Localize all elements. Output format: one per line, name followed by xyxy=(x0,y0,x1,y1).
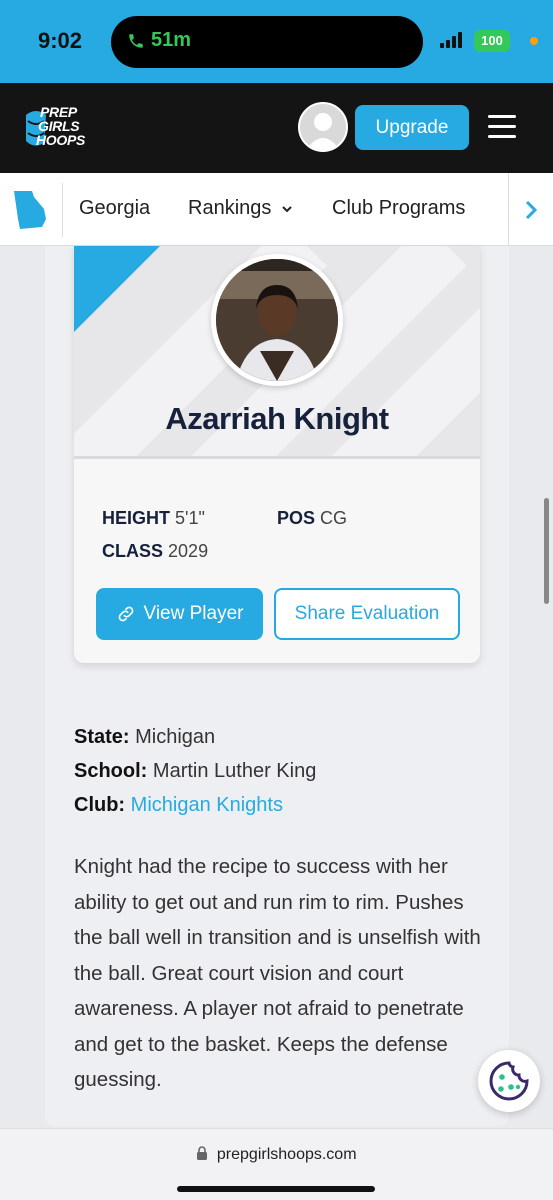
info-club: Club: Michigan Knights xyxy=(74,794,283,816)
cellular-signal-icon xyxy=(440,32,462,48)
nav-item-georgia[interactable]: Georgia xyxy=(79,197,150,220)
page-scrollbar[interactable] xyxy=(544,498,549,604)
cookie-settings-button[interactable] xyxy=(478,1050,540,1112)
lock-icon xyxy=(197,1146,208,1160)
stat-position: POS CG xyxy=(277,508,348,528)
subnav-divider xyxy=(62,183,63,237)
subnav-next-button[interactable] xyxy=(508,173,553,246)
card-divider xyxy=(74,456,480,459)
phone-icon xyxy=(129,33,143,48)
nav-item-club-programs[interactable]: Club Programs xyxy=(332,197,465,220)
view-player-button[interactable]: View Player xyxy=(96,588,263,640)
privacy-indicator-dot xyxy=(530,37,538,45)
link-icon xyxy=(118,606,133,622)
site-logo[interactable]: PREP GIRLS HOOPS xyxy=(22,105,108,151)
user-avatar-icon xyxy=(306,113,340,150)
hamburger-menu-icon[interactable] xyxy=(488,115,516,139)
player-name: Azarriah Knight xyxy=(165,401,389,436)
dynamic-island[interactable]: 51m xyxy=(111,16,423,68)
share-evaluation-button[interactable]: Share Evaluation xyxy=(274,588,460,640)
stat-height: HEIGHT 5'1" xyxy=(102,508,205,528)
stat-class: CLASS 2029 xyxy=(102,541,209,561)
call-duration: 51m xyxy=(151,29,192,51)
player-photo xyxy=(211,254,343,386)
chevron-down-icon xyxy=(282,206,292,213)
chevron-right-icon xyxy=(525,200,538,219)
card-corner-accent xyxy=(74,246,160,332)
cookie-icon xyxy=(489,1061,529,1101)
evaluation-text: Knight had the recipe to success with he… xyxy=(74,855,481,1091)
state-subnav: Georgia Rankings Club Programs xyxy=(0,173,553,246)
battery-icon: 100 xyxy=(474,30,510,52)
info-state: State: Michigan xyxy=(74,726,216,748)
site-header: PREP GIRLS HOOPS Upgrade xyxy=(0,83,553,173)
club-link[interactable]: Michigan Knights xyxy=(131,794,283,816)
player-portrait-image xyxy=(216,259,338,381)
user-avatar-button[interactable] xyxy=(298,102,348,152)
status-time: 9:02 xyxy=(38,28,83,53)
status-bar: 9:02 51m 100 xyxy=(0,0,553,83)
georgia-state-icon[interactable] xyxy=(10,189,50,231)
browser-url-bar[interactable]: prepgirlshoops.com xyxy=(0,1128,553,1200)
call-indicator[interactable]: 51m xyxy=(127,29,191,52)
main-content: Azarriah Knight HEIGHT 5'1" POS CG CLASS… xyxy=(45,246,509,1126)
upgrade-button[interactable]: Upgrade xyxy=(355,105,469,150)
nav-item-rankings[interactable]: Rankings xyxy=(188,197,293,220)
info-school: School: Martin Luther King xyxy=(74,760,317,782)
logo-text: PREP GIRLS HOOPS xyxy=(36,104,86,148)
url-display[interactable]: prepgirlshoops.com xyxy=(0,1146,553,1164)
home-indicator[interactable] xyxy=(177,1186,375,1192)
player-card: Azarriah Knight HEIGHT 5'1" POS CG CLASS… xyxy=(74,246,480,663)
battery-level: 100 xyxy=(481,33,503,48)
